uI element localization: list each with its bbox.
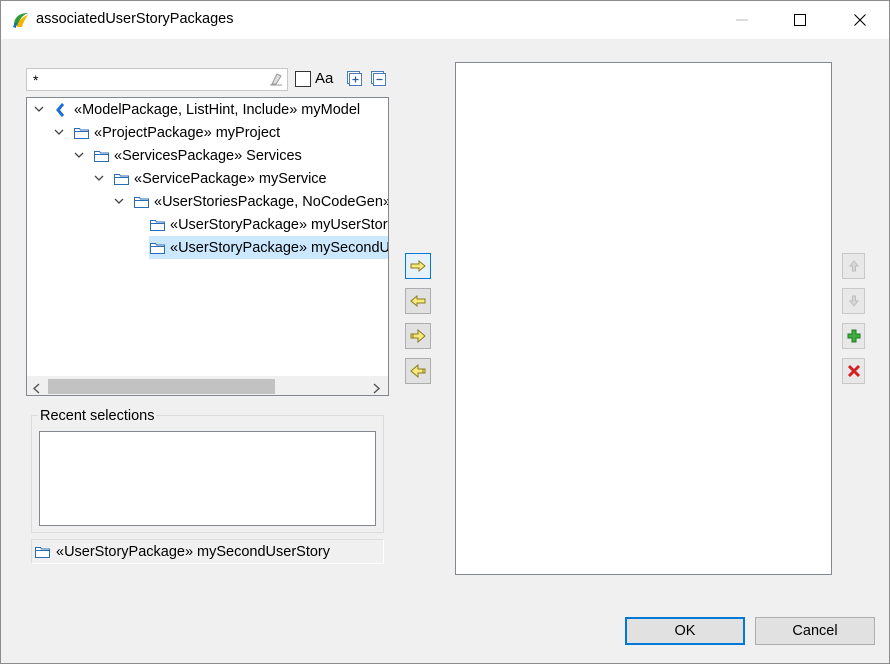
move-down-button[interactable] [842, 288, 865, 314]
tree-row-selected[interactable]: «UserStoryPackage» mySecondUserStory [149, 236, 389, 259]
tree-row[interactable]: «ServicePackage» myService [93, 167, 327, 190]
double-arrow-left-icon [410, 364, 426, 378]
tree-row-label: «UserStoryPackage» mySecondUserStory [170, 239, 389, 256]
move-up-button[interactable] [842, 253, 865, 279]
arrow-left-icon [410, 295, 426, 307]
chevron-down-icon[interactable] [113, 196, 125, 208]
package-icon [73, 126, 89, 140]
package-icon [133, 195, 149, 209]
cancel-button[interactable]: Cancel [755, 617, 875, 645]
tree-row-label: «ProjectPackage» myProject [94, 124, 281, 141]
package-icon [149, 241, 165, 255]
arrow-up-icon [848, 260, 859, 272]
delete-x-icon [847, 364, 860, 378]
dialog-window: associatedUserStoryPackages Aa «ModelPac… [0, 0, 890, 664]
expand-all-icon[interactable] [347, 71, 362, 86]
scrollbar-thumb[interactable] [48, 379, 275, 394]
tree-row[interactable]: «ProjectPackage» myProject [53, 121, 280, 144]
add-all-button[interactable] [405, 323, 431, 349]
chevron-down-icon[interactable] [93, 173, 105, 185]
app-logo-icon [11, 10, 31, 30]
model-icon [53, 102, 69, 117]
tree-row-label: «UserStoryPackage» myUserStory [170, 216, 389, 233]
case-sensitive-checkbox[interactable] [295, 71, 311, 87]
tree-row[interactable]: «UserStoryPackage» myUserStory [149, 213, 389, 236]
package-icon [35, 545, 51, 559]
tree-row-label: «ModelPackage, ListHint, Include» myMode… [74, 101, 361, 118]
model-tree[interactable]: «ModelPackage, ListHint, Include» myMode… [26, 97, 389, 396]
remove-selected-button[interactable] [405, 288, 431, 314]
plus-icon [847, 329, 860, 343]
add-button[interactable] [842, 323, 865, 349]
package-icon [93, 149, 109, 163]
chevron-down-icon[interactable] [73, 150, 85, 162]
maximize-button[interactable] [777, 1, 823, 39]
recent-selections-label: Recent selections [38, 408, 157, 424]
double-arrow-right-icon [410, 329, 426, 343]
selection-status: «UserStoryPackage» mySecondUserStory [31, 539, 384, 564]
status-text: «UserStoryPackage» mySecondUserStory [56, 543, 331, 560]
eraser-icon[interactable] [269, 72, 283, 89]
package-icon [113, 172, 129, 186]
close-icon [854, 14, 866, 26]
window-title: associatedUserStoryPackages [36, 11, 234, 27]
remove-all-button[interactable] [405, 358, 431, 384]
tree-row-label: «UserStoriesPackage, NoCodeGen» [154, 193, 389, 210]
ok-button[interactable]: OK [625, 617, 745, 645]
tree-row[interactable]: «ServicesPackage» Services [73, 144, 302, 167]
arrow-right-icon [410, 260, 426, 272]
chevron-down-icon[interactable] [33, 104, 45, 116]
arrow-down-icon [848, 295, 859, 307]
close-button[interactable] [837, 1, 883, 39]
tree-row[interactable]: «UserStoriesPackage, NoCodeGen» [113, 190, 389, 213]
tree-row-label: «ServicePackage» myService [134, 170, 327, 187]
scroll-right-icon[interactable] [373, 381, 383, 394]
minimize-button[interactable] [719, 1, 765, 39]
filter-field[interactable] [26, 68, 288, 91]
collapse-all-icon[interactable] [371, 71, 386, 86]
delete-button[interactable] [842, 358, 865, 384]
add-selected-button[interactable] [405, 253, 431, 279]
tree-row[interactable]: «ModelPackage, ListHint, Include» myMode… [33, 98, 360, 121]
scroll-left-icon[interactable] [32, 381, 42, 394]
chevron-down-icon[interactable] [53, 127, 65, 139]
filter-input[interactable] [27, 69, 257, 90]
package-icon [149, 218, 165, 232]
title-bar: associatedUserStoryPackages [1, 1, 889, 39]
selected-items-list[interactable] [455, 62, 832, 575]
horizontal-scrollbar[interactable] [27, 376, 388, 395]
case-sensitive-label: Aa [315, 70, 334, 87]
tree-row-label: «ServicesPackage» Services [114, 147, 302, 164]
recent-selections-list[interactable] [39, 431, 376, 526]
